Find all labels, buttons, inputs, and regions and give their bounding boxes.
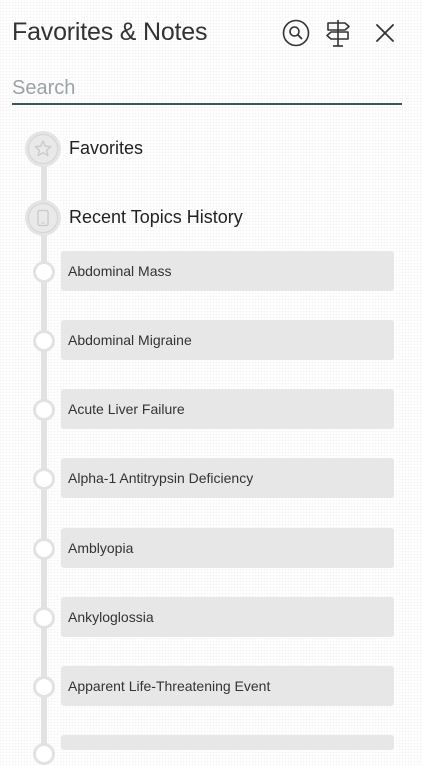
timeline-dot xyxy=(33,676,55,698)
history-item-abdominal-mass[interactable]: Abdominal Mass xyxy=(61,251,394,291)
history-item-abdominal-migraine[interactable]: Abdominal Migraine xyxy=(61,320,394,360)
history-node xyxy=(25,200,61,236)
timeline-dot xyxy=(33,399,55,421)
navigation-button[interactable] xyxy=(322,17,354,49)
signpost-icon xyxy=(326,20,350,47)
history-item-label: Abdominal Mass xyxy=(68,263,172,279)
history-item-ankyloglossia[interactable]: Ankyloglossia xyxy=(61,597,394,637)
history-item-partial[interactable] xyxy=(61,735,394,750)
timeline-dot xyxy=(33,607,55,629)
history-item-amblyopia[interactable]: Amblyopia xyxy=(61,528,394,568)
search-button[interactable] xyxy=(280,17,312,49)
page-title: Favorites & Notes xyxy=(12,18,208,46)
favorites-node xyxy=(25,131,61,167)
history-item-acute-liver-failure[interactable]: Acute Liver Failure xyxy=(61,389,394,429)
favorites-section-label[interactable]: Favorites xyxy=(69,138,143,159)
timeline-dot xyxy=(33,468,55,490)
tablet-icon xyxy=(37,209,49,227)
timeline-dot xyxy=(33,330,55,352)
timeline-dot xyxy=(33,261,55,283)
star-icon xyxy=(34,140,52,157)
history-item-label: Alpha-1 Antitrypsin Deficiency xyxy=(68,470,254,486)
search-icon xyxy=(282,19,310,47)
history-item-apparent-life-threatening-event[interactable]: Apparent Life-Threatening Event xyxy=(61,666,394,706)
history-item-label: Acute Liver Failure xyxy=(68,401,185,417)
history-section-label: Recent Topics History xyxy=(69,207,243,227)
search-bar xyxy=(12,74,402,105)
close-icon xyxy=(376,24,394,42)
history-item-label: Abdominal Migraine xyxy=(68,332,192,348)
history-item-label: Ankyloglossia xyxy=(68,609,154,625)
timeline-line xyxy=(41,148,47,750)
timeline-dot xyxy=(33,743,55,765)
close-button[interactable] xyxy=(369,17,401,49)
history-item-label: Amblyopia xyxy=(68,540,134,556)
search-input[interactable] xyxy=(12,74,402,103)
history-item-label: Apparent Life-Threatening Event xyxy=(68,678,271,694)
timeline-dot xyxy=(33,538,55,560)
history-item-alpha-1-antitrypsin-deficiency[interactable]: Alpha-1 Antitrypsin Deficiency xyxy=(61,458,394,498)
